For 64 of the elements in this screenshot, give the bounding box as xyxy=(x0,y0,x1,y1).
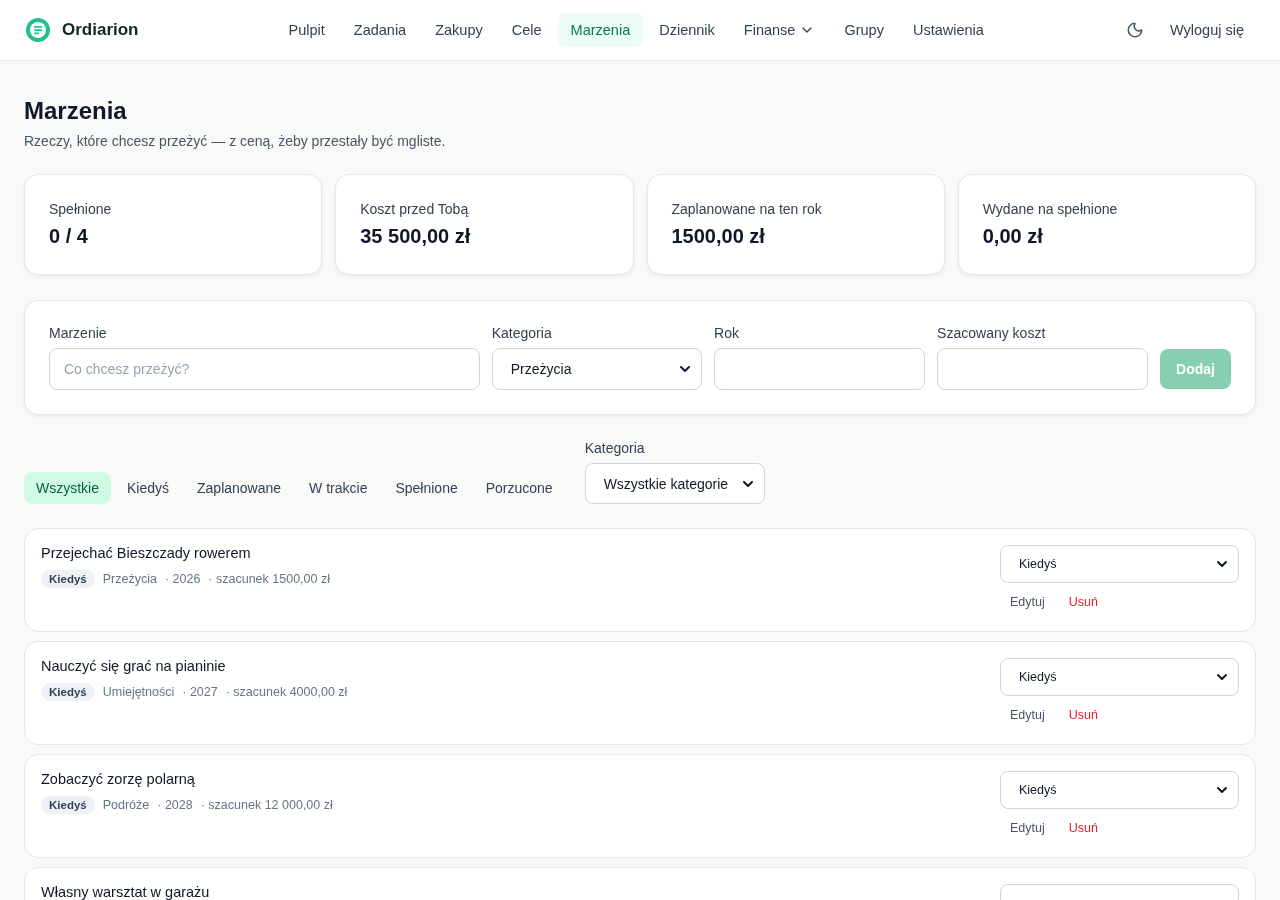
logo-icon xyxy=(26,18,50,42)
stat-label: Koszt przed Tobą xyxy=(360,201,470,217)
nav-link[interactable]: Ustawienia xyxy=(900,13,997,47)
page-title: Marzenia xyxy=(24,97,128,125)
dream-estimate: · szacunek 12 000,00 zł xyxy=(200,798,333,812)
filter-tab[interactable]: W trakcie xyxy=(297,472,380,504)
logout-link[interactable]: Wyloguj się xyxy=(1170,22,1244,38)
edit-link[interactable]: Edytuj xyxy=(1010,595,1045,609)
page-subtitle: Rzeczy, które chcesz przeżyć — z ceną, żeby przestały być mgliste. xyxy=(24,133,447,149)
brand-name: Ordiarion xyxy=(62,20,139,40)
stat-value: 0,00 zł xyxy=(982,225,1044,248)
nav-link[interactable]: Cele xyxy=(499,13,555,47)
input-field[interactable] xyxy=(937,348,1149,390)
field-label: Kategoria xyxy=(491,325,553,341)
dream-title: Przejechać Bieszczady rowerem xyxy=(41,545,252,561)
stat-label: Spełnione xyxy=(49,201,113,217)
status-badge: Kiedyś xyxy=(41,796,95,814)
dream-title: Własny warsztat w garażu xyxy=(41,884,210,900)
filter-tab[interactable]: Porzucone xyxy=(473,472,565,504)
dream-year: · 2028 xyxy=(157,798,193,812)
stat-value: 35 500,00 zł xyxy=(360,225,472,248)
category-select[interactable]: Przeżycia xyxy=(491,348,703,390)
status-select[interactable]: Kiedyś xyxy=(1000,771,1239,809)
stat-label: Zaplanowane na ten rok xyxy=(671,201,823,217)
filter-tab[interactable]: Kiedyś xyxy=(115,472,182,504)
field-label: Marzenie xyxy=(49,325,108,341)
delete-link[interactable]: Usuń xyxy=(1068,708,1098,722)
field-label: Szacowany koszt xyxy=(937,325,1047,341)
input-field[interactable] xyxy=(714,348,926,390)
filter-tab[interactable]: Spełnione xyxy=(383,472,470,504)
nav-link[interactable]: Finanse xyxy=(731,13,828,47)
dream-estimate: · szacunek 4000,00 zł xyxy=(225,685,348,699)
nav-link[interactable]: Grupy xyxy=(831,13,897,47)
stat-label: Wydane na spełnione xyxy=(982,201,1119,217)
moon-icon[interactable] xyxy=(1126,21,1144,39)
delete-link[interactable]: Usuń xyxy=(1068,821,1098,835)
dream-title: Zobaczyć zorzę polarną xyxy=(41,771,196,787)
dream-year: · 2026 xyxy=(164,572,201,586)
status-badge: Kiedyś xyxy=(41,570,95,588)
dream-category: Przeżycia xyxy=(102,572,157,586)
nav-link[interactable]: Zakupy xyxy=(422,13,496,47)
delete-link[interactable]: Usuń xyxy=(1068,595,1098,609)
status-select[interactable]: Kiedyś xyxy=(1000,658,1239,696)
stat-value: 1500,00 zł xyxy=(671,225,766,248)
dream-year: · 2027 xyxy=(182,685,218,699)
field-label: Kategoria xyxy=(584,440,646,456)
category-select[interactable]: Wszystkie kategorie xyxy=(584,463,765,504)
dream-estimate: · szacunek 1500,00 zł xyxy=(208,572,330,586)
filter-tab[interactable]: Zaplanowane xyxy=(185,472,294,504)
edit-link[interactable]: Edytuj xyxy=(1010,708,1045,722)
nav-link[interactable]: Pulpit xyxy=(276,13,338,47)
status-select[interactable]: Kiedyś xyxy=(1000,545,1239,583)
nav-link[interactable]: Zadania xyxy=(341,13,419,47)
status-badge: Kiedyś xyxy=(41,683,95,701)
nav-link[interactable]: Marzenia xyxy=(558,13,643,47)
input-field[interactable]: Co chcesz przeżyć? xyxy=(49,348,480,390)
nav-link[interactable]: Dziennik xyxy=(646,13,728,47)
filter-tab[interactable]: Wszystkie xyxy=(24,472,111,504)
stat-value: 0 / 4 xyxy=(49,225,89,248)
dream-category: Podróże xyxy=(102,798,150,812)
edit-link[interactable]: Edytuj xyxy=(1010,821,1045,835)
dream-title: Nauczyć się grać na pianinie xyxy=(41,658,227,674)
dream-category: Umiejętności xyxy=(102,685,175,699)
field-label: Rok xyxy=(714,325,740,341)
